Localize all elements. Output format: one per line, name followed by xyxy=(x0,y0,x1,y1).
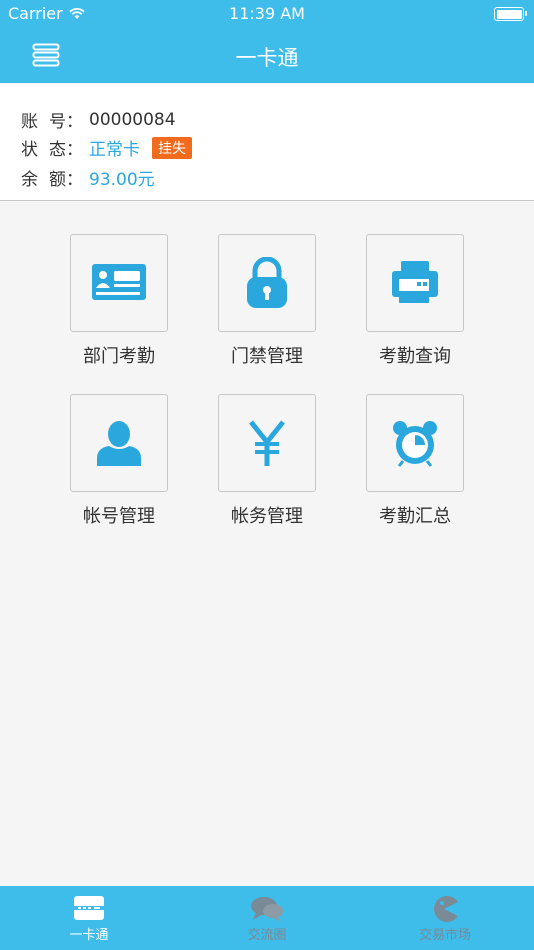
tab-community[interactable]: 交流圈 xyxy=(178,886,356,950)
tile-department-attendance[interactable]: 部门考勤 xyxy=(70,234,168,368)
tile-account-management[interactable]: 帐号管理 xyxy=(70,394,168,528)
battery-icon xyxy=(494,7,527,21)
alarm-clock-icon xyxy=(393,421,437,467)
tile-icon-box xyxy=(366,394,464,492)
tile-access-control[interactable]: 门禁管理 xyxy=(218,234,316,368)
id-card-icon xyxy=(92,264,146,300)
printer-icon xyxy=(392,261,438,303)
tile-attendance-query[interactable]: 考勤查询 xyxy=(366,234,464,368)
tile-icon-box xyxy=(70,394,168,492)
report-loss-button[interactable]: 挂失 xyxy=(152,136,192,159)
account-number-label: 账号： xyxy=(21,112,83,132)
tile-attendance-summary[interactable]: 考勤汇总 xyxy=(366,394,464,528)
card-icon xyxy=(74,896,104,920)
account-number-value: 00000084 xyxy=(89,109,176,130)
tile-label: 部门考勤 xyxy=(83,346,155,367)
tab-label: 交易市场 xyxy=(418,928,471,943)
tile-label: 考勤查询 xyxy=(379,346,451,367)
tile-finance-management[interactable]: 帐务管理 xyxy=(218,394,316,528)
chat-icon xyxy=(251,897,283,922)
tile-label: 门禁管理 xyxy=(231,346,303,367)
status-bar: Carrier 11:39 AM xyxy=(0,0,534,28)
pacman-icon xyxy=(434,896,458,922)
card-status-row: 状态： 正常卡 挂失 xyxy=(21,135,192,160)
yen-icon xyxy=(249,420,285,466)
balance-row: 余额： 93.00元 xyxy=(21,165,155,190)
tab-bar: 一卡通 交流圈 交易市场 xyxy=(0,886,534,950)
page-title: 一卡通 xyxy=(235,46,299,70)
tile-label: 考勤汇总 xyxy=(379,506,451,527)
tab-label: 交流圈 xyxy=(247,928,287,943)
card-status-label: 状态： xyxy=(21,140,83,160)
tile-label: 帐号管理 xyxy=(83,506,155,527)
lock-icon xyxy=(247,257,287,308)
tab-marketplace[interactable]: 交易市场 xyxy=(356,886,534,950)
balance-label: 余额： xyxy=(21,170,83,190)
clock: 11:39 AM xyxy=(229,4,305,23)
tile-icon-box xyxy=(70,234,168,332)
tile-icon-box xyxy=(218,394,316,492)
balance-value: 93.00元 xyxy=(89,170,155,190)
tab-label: 一卡通 xyxy=(69,928,109,943)
tile-icon-box xyxy=(366,234,464,332)
user-icon xyxy=(97,421,141,466)
account-info-panel: 账号： 00000084 状态： 正常卡 挂失 余额： 93.00元 xyxy=(0,83,534,201)
tile-icon-box xyxy=(218,234,316,332)
card-status-value: 正常卡 xyxy=(89,140,140,160)
tab-card[interactable]: 一卡通 xyxy=(0,886,178,950)
tile-label: 帐务管理 xyxy=(231,506,303,527)
account-number-row: 账号： 00000084 xyxy=(21,107,176,133)
nav-bar: 一卡通 xyxy=(0,28,534,83)
